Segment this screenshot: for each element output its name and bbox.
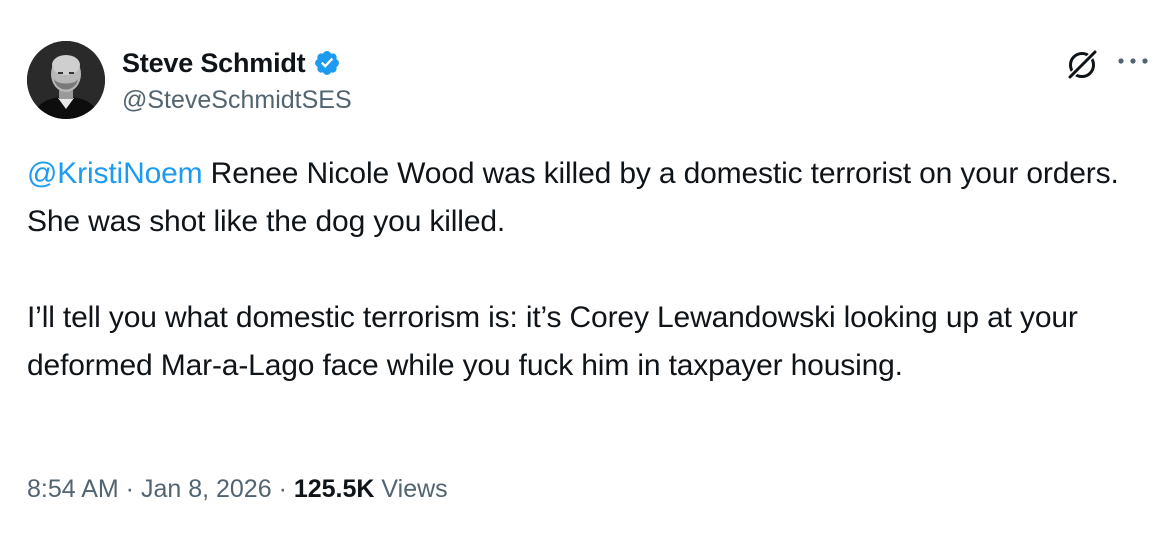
- verified-badge-icon[interactable]: [313, 49, 341, 77]
- tweet-time[interactable]: 8:54 AM: [27, 475, 119, 503]
- tweet-card: Steve Schmidt @SteveSchmidtSES @KristiNo…: [0, 0, 1168, 535]
- more-options-icon[interactable]: [1116, 56, 1150, 66]
- tweet-paragraph-2: I’ll tell you what domestic terrorism is…: [27, 301, 1078, 382]
- tweet-meta: 8:54 AM · Jan 8, 2026 · 125.5K Views: [27, 475, 448, 504]
- tweet-date[interactable]: Jan 8, 2026: [141, 475, 272, 503]
- meta-separator: ·: [118, 475, 141, 503]
- mention-link[interactable]: @KristiNoem: [27, 157, 203, 190]
- tweet-body: @KristiNoem Renee Nicole Wood was killed…: [27, 150, 1147, 390]
- author-handle[interactable]: @SteveSchmidtSES: [122, 86, 352, 115]
- profile-photo: [27, 41, 105, 119]
- meta-separator: ·: [271, 475, 294, 503]
- avatar[interactable]: [27, 41, 105, 119]
- views-label: Views: [374, 475, 448, 503]
- display-name[interactable]: Steve Schmidt: [122, 48, 306, 79]
- grok-icon[interactable]: [1063, 44, 1103, 84]
- tweet-paragraph-1: @KristiNoem Renee Nicole Wood was killed…: [27, 150, 1147, 246]
- author-name-row: Steve Schmidt: [122, 44, 341, 82]
- views-count[interactable]: 125.5K: [294, 475, 375, 503]
